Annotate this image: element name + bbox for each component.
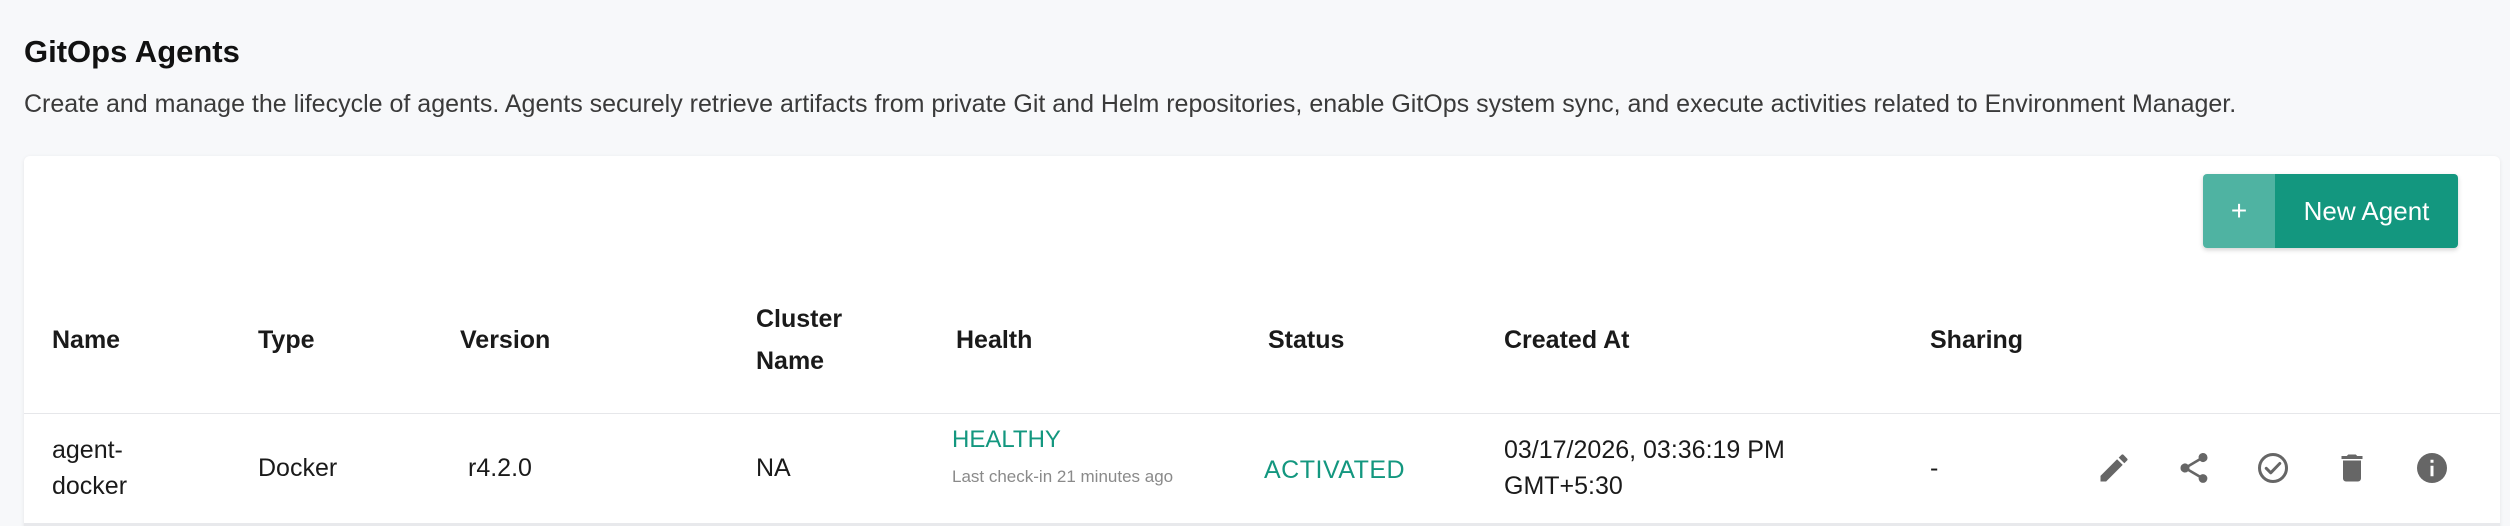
column-header-name[interactable]: Name	[52, 326, 120, 355]
column-header-cluster-name[interactable]: Cluster Name	[756, 298, 876, 382]
agent-name[interactable]: agent-docker	[52, 432, 162, 504]
health-status: HEALTHY	[952, 426, 1061, 453]
delete-icon[interactable]	[2334, 450, 2370, 486]
header-divider	[24, 413, 2500, 414]
share-icon[interactable]	[2176, 450, 2212, 486]
page-title: GitOps Agents	[24, 34, 240, 69]
sharing-value: -	[1930, 454, 1939, 482]
check-circle-icon[interactable]	[2255, 450, 2291, 486]
status-badge: ACTIVATED	[1264, 456, 1406, 484]
column-header-sharing[interactable]: Sharing	[1930, 326, 2023, 355]
new-agent-button[interactable]: + New Agent	[2203, 174, 2458, 248]
agent-cluster-name: NA	[756, 454, 791, 482]
agent-type: Docker	[258, 454, 338, 482]
column-header-status[interactable]: Status	[1268, 326, 1344, 355]
page-description: Create and manage the lifecycle of agent…	[24, 90, 2237, 118]
health-last-checkin: Last check-in 21 minutes ago	[952, 467, 1174, 486]
edit-icon[interactable]	[2096, 450, 2132, 486]
column-header-health[interactable]: Health	[956, 326, 1032, 355]
column-header-type[interactable]: Type	[258, 326, 315, 355]
column-header-version[interactable]: Version	[460, 326, 550, 355]
info-icon[interactable]	[2414, 450, 2450, 486]
column-header-created-at[interactable]: Created At	[1504, 326, 1630, 355]
page: GitOps Agents Create and manage the life…	[0, 0, 2510, 526]
plus-icon: +	[2203, 174, 2275, 248]
created-at-value: 03/17/2026, 03:36:19 PM GMT+5:30	[1504, 436, 1785, 500]
new-agent-label: New Agent	[2275, 174, 2458, 248]
agent-version: r4.2.0	[468, 454, 532, 482]
